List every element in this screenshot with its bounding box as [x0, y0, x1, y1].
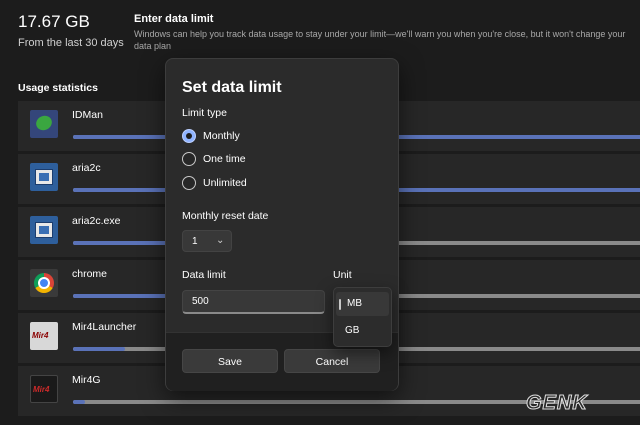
radio-label: Monthly: [203, 130, 240, 142]
radio-label: One time: [203, 153, 246, 165]
usage-period: From the last 30 days: [18, 37, 124, 49]
usage-bar-fill: [73, 347, 125, 351]
reset-date-dropdown[interactable]: 1 ⌄: [182, 230, 232, 252]
usage-statistics-heading: Usage statistics: [18, 82, 98, 94]
cancel-button[interactable]: Cancel: [284, 349, 380, 373]
radio-indicator: [182, 152, 196, 166]
chrome-icon: [30, 269, 58, 297]
mir4g-icon: Mir4: [30, 375, 58, 403]
radio-label: Unlimited: [203, 177, 247, 189]
unit-dropdown-menu: MB GB: [333, 287, 392, 347]
app-name: Mir4G: [72, 374, 101, 386]
aria2c-icon: [30, 216, 58, 244]
app-name: IDMan: [72, 109, 103, 121]
unit-option-label: GB: [345, 325, 360, 336]
enter-data-limit-title: Enter data limit: [134, 13, 214, 25]
data-limit-label: Data limit: [182, 269, 226, 281]
data-limit-description: Windows can help you track data usage to…: [134, 29, 626, 51]
reset-date-label: Monthly reset date: [182, 210, 269, 222]
save-label: Save: [218, 356, 242, 368]
data-limit-input[interactable]: 500: [182, 290, 325, 314]
total-usage: 17.67 GB: [18, 12, 90, 31]
reset-date-value: 1: [192, 236, 198, 247]
save-button[interactable]: Save: [182, 349, 278, 373]
unit-option-mb[interactable]: MB: [336, 292, 389, 316]
app-name: Mir4Launcher: [72, 321, 137, 333]
unit-option-gb[interactable]: GB: [334, 319, 391, 343]
app-name: aria2c: [72, 162, 101, 174]
chevron-down-icon: ⌄: [216, 235, 225, 246]
cancel-label: Cancel: [315, 356, 349, 368]
selection-indicator: [339, 299, 341, 310]
radio-selected-indicator: [182, 129, 196, 143]
limit-type-label: Limit type: [182, 107, 227, 119]
mir4launcher-icon: Mir4: [30, 322, 58, 350]
idman-icon: [30, 110, 58, 138]
dialog-title: Set data limit: [182, 79, 282, 96]
genk-watermark: GENK: [526, 392, 588, 415]
data-limit-value: 500: [192, 296, 209, 307]
app-name: aria2c.exe: [72, 215, 121, 227]
radio-indicator: [182, 176, 196, 190]
usage-bar-fill: [73, 400, 85, 404]
app-name: chrome: [72, 268, 108, 280]
unit-label: Unit: [333, 269, 352, 281]
unit-option-label: MB: [347, 298, 362, 309]
aria2c-icon: [30, 163, 58, 191]
